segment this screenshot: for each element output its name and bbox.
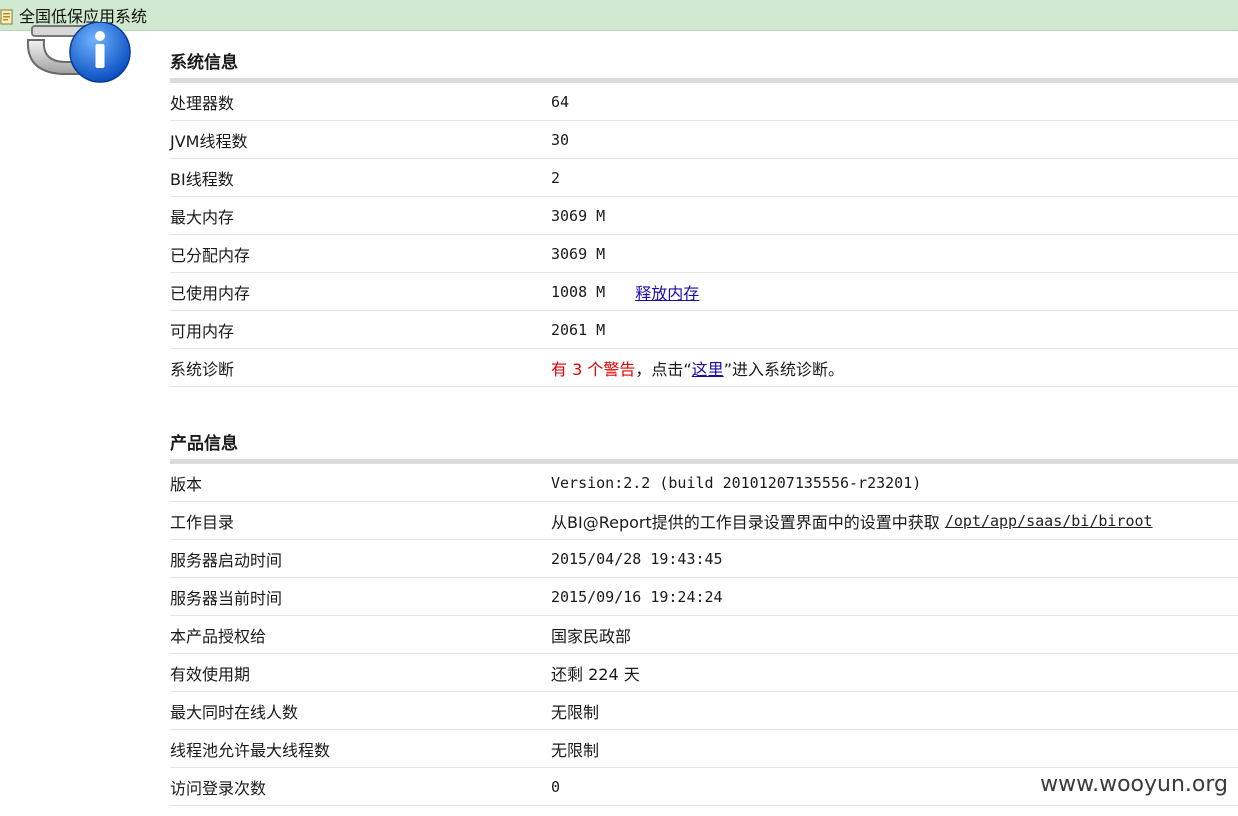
row-label: JVM线程数 — [170, 131, 248, 151]
workdir-text: 从BI@Report提供的工作目录设置界面中的设置中获取 — [551, 512, 945, 532]
diagnosis-text: 有 3 个警告，点击“这里”进入系统诊断。 — [551, 356, 844, 380]
row-value: 2015/04/28 19:43:45 — [551, 549, 723, 568]
row-label: BI线程数 — [170, 169, 234, 189]
watermark: www.wooyun.org — [1040, 772, 1228, 797]
workdir-path-link[interactable]: /opt/app/saas/bi/biroot — [945, 512, 1153, 530]
product-row-max-threads: 线程池允许最大线程数 无限制 — [170, 730, 1238, 768]
product-row-licensee: 本产品授权给 国家民政部 — [170, 616, 1238, 654]
product-row-start-time: 服务器启动时间 2015/04/28 19:43:45 — [170, 540, 1238, 578]
diagnosis-text-after: ”进入系统诊断。 — [723, 359, 844, 379]
row-label: 可用内存 — [170, 321, 235, 341]
row-value: 3069 M — [551, 206, 606, 225]
row-value: 2015/09/16 19:24:24 — [551, 587, 723, 606]
row-label: 已使用内存 — [170, 283, 251, 303]
info-row-free-memory: 可用内存 2061 M — [170, 311, 1238, 349]
info-row-max-memory: 最大内存 3069 M — [170, 197, 1238, 235]
row-value: 0 — [551, 777, 561, 796]
info-icon — [26, 22, 131, 83]
product-row-max-online: 最大同时在线人数 无限制 — [170, 692, 1238, 730]
row-label: 处理器数 — [170, 93, 235, 113]
row-label: 线程池允许最大线程数 — [170, 740, 331, 760]
title-bar: 全国低保应用系统 — [0, 0, 1238, 31]
row-value: 1008 M — [551, 282, 606, 301]
row-label: 最大内存 — [170, 207, 235, 227]
row-value: 2 — [551, 168, 561, 187]
warning-suffix: 个警告 — [582, 359, 636, 379]
warning-count: 3 — [572, 359, 583, 379]
row-value: 30 — [551, 130, 570, 149]
row-value: 无限制 — [551, 740, 600, 760]
system-info-heading: 系统信息 — [170, 52, 1238, 83]
warning-prefix: 有 — [551, 359, 573, 379]
release-memory-link[interactable]: 释放内存 — [635, 280, 699, 304]
row-label: 版本 — [170, 474, 203, 494]
system-info-section: 系统信息 处理器数 64 JVM线程数 30 BI线程数 2 最大内存 3069… — [170, 52, 1238, 387]
row-value: 2061 M — [551, 320, 606, 339]
row-label: 访问登录次数 — [170, 778, 267, 798]
row-value: 64 — [551, 92, 570, 111]
row-label: 已分配内存 — [170, 245, 251, 265]
row-label: 系统诊断 — [170, 359, 235, 379]
product-row-validity: 有效使用期 还剩 224 天 — [170, 654, 1238, 692]
row-value: 国家民政部 — [551, 626, 632, 646]
info-row-jvm-threads: JVM线程数 30 — [170, 121, 1238, 159]
info-row-used-memory: 已使用内存 1008 M 释放内存 — [170, 273, 1238, 311]
row-value: 还剩 224 天 — [551, 664, 640, 684]
diagnosis-text-before: ，点击“ — [635, 359, 692, 379]
row-value: 3069 M — [551, 244, 606, 263]
row-label: 服务器启动时间 — [170, 550, 283, 570]
row-label: 工作目录 — [170, 512, 235, 532]
info-row-allocated-memory: 已分配内存 3069 M — [170, 235, 1238, 273]
row-value: Version:2.2 (build 20101207135556-r23201… — [551, 473, 922, 492]
row-label: 本产品授权给 — [170, 626, 267, 646]
row-label: 服务器当前时间 — [170, 588, 283, 608]
page-icon — [0, 9, 13, 25]
row-label: 最大同时在线人数 — [170, 702, 299, 722]
row-value: 无限制 — [551, 702, 600, 722]
product-info-heading: 产品信息 — [170, 433, 1238, 464]
info-row-diagnosis: 系统诊断 有 3 个警告，点击“这里”进入系统诊断。 — [170, 349, 1238, 387]
diagnosis-link[interactable]: 这里 — [692, 360, 724, 379]
product-row-current-time: 服务器当前时间 2015/09/16 19:24:24 — [170, 578, 1238, 616]
product-info-section: 产品信息 版本 Version:2.2 (build 2010120713555… — [170, 433, 1238, 806]
row-label: 有效使用期 — [170, 664, 251, 684]
product-row-workdir: 工作目录 从BI@Report提供的工作目录设置界面中的设置中获取 /opt/a… — [170, 502, 1238, 540]
info-row-bi-threads: BI线程数 2 — [170, 159, 1238, 197]
product-row-version: 版本 Version:2.2 (build 20101207135556-r23… — [170, 464, 1238, 502]
info-row-cpu: 处理器数 64 — [170, 83, 1238, 121]
